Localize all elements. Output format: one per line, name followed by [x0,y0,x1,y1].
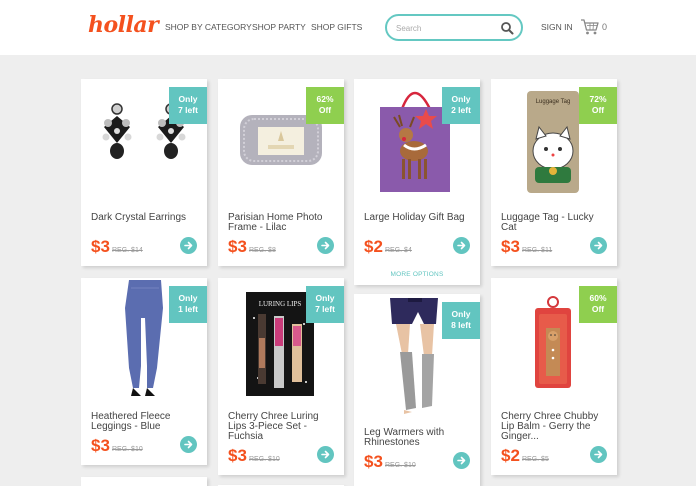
more-options-link[interactable]: MORE OPTIONS [354,271,480,278]
arrow-right-icon[interactable] [317,446,334,463]
nav-shop-by-category[interactable]: SHOP BY CATEGORY [165,22,252,32]
product-card[interactable]: Only 1 left Heathered Fleece Leggings - B… [81,278,207,465]
product-title[interactable]: Cherry Chree Luring Lips 3-Piece Set - F… [228,412,338,442]
regular-price: REG. $14 [112,247,143,254]
search-box [385,14,523,41]
product-title[interactable]: Large Holiday Gift Bag [364,213,474,223]
product-price: $2 [501,446,520,465]
regular-price: REG. $8 [249,247,276,254]
product-title[interactable]: Luggage Tag - Lucky Cat [501,213,611,233]
product-price: $2 [364,237,383,256]
stock-badge: Only 1 left [169,286,207,323]
product-price: $3 [228,237,247,256]
product-price: $3 [501,237,520,256]
product-title[interactable]: Leg Warmers with Rhinestones [364,428,474,448]
product-card[interactable]: Only 2 left Large Holiday Gift Bag $2 REG… [354,79,480,285]
product-card[interactable]: Only 7 left Dark Crystal Earrings $3 REG.… [81,79,207,266]
luggage-tag-label: Luggage Tag [536,99,571,105]
product-price: $3 [364,452,383,471]
regular-price: REG. $11 [522,247,553,254]
cart-icon[interactable] [580,18,600,36]
lip-set-box-label: LURING LIPS [259,300,302,308]
arrow-right-icon[interactable] [317,237,334,254]
regular-price: REG. $5 [522,456,549,463]
arrow-right-icon[interactable] [453,452,470,469]
cart-count: 0 [602,22,608,32]
sign-in-link[interactable]: SIGN IN [541,22,573,32]
site-header: hollar SHOP BY CATEGORY SHOP PARTY SHOP … [0,0,696,55]
arrow-right-icon[interactable] [590,446,607,463]
product-card[interactable]: 62% Off Parisian Home Photo Frame - Lilac… [218,79,344,266]
stock-badge: Only 8 left [442,302,480,339]
product-card[interactable]: Only 8 left Leg Warmers with Rhinestones … [354,294,480,486]
regular-price: REG. $10 [385,462,416,469]
hollar-logo[interactable]: hollar [88,12,159,38]
stock-badge: Only 7 left [306,286,344,323]
nav-shop-gifts[interactable]: SHOP GIFTS [311,22,362,32]
search-icon[interactable] [500,21,514,35]
regular-price: REG. $10 [249,456,280,463]
nav-shop-party[interactable]: SHOP PARTY [252,22,306,32]
stock-badge: Only 2 left [442,87,480,124]
arrow-right-icon[interactable] [180,237,197,254]
discount-badge: 60% Off [579,286,617,323]
product-title[interactable]: Dark Crystal Earrings [91,213,201,223]
arrow-right-icon[interactable] [180,436,197,453]
product-price: $3 [228,446,247,465]
arrow-right-icon[interactable] [590,237,607,254]
product-card[interactable]: 60% Off Cherry Chree Chubby Lip Balm - Ge… [491,278,617,475]
stock-badge: Only 7 left [169,87,207,124]
discount-badge: 72% Off [579,87,617,124]
search-input[interactable] [396,21,496,35]
product-price: $3 [91,237,110,256]
product-price: $3 [91,436,110,455]
arrow-right-icon[interactable] [453,237,470,254]
product-title[interactable]: Parisian Home Photo Frame - Lilac [228,213,338,233]
discount-badge: 62% Off [306,87,344,124]
regular-price: REG. $10 [112,446,143,453]
product-title[interactable]: Cherry Chree Chubby Lip Balm - Gerry the… [501,412,611,442]
product-card[interactable]: LURING LIPS Only 7 left Cherry Chree Luri… [218,278,344,475]
product-card[interactable]: Luggage Tag 72% Off Luggage Tag - Lucky C… [491,79,617,266]
product-card-partial[interactable] [81,477,207,486]
regular-price: REG. $4 [385,247,412,254]
product-title[interactable]: Heathered Fleece Leggings - Blue [91,412,201,432]
